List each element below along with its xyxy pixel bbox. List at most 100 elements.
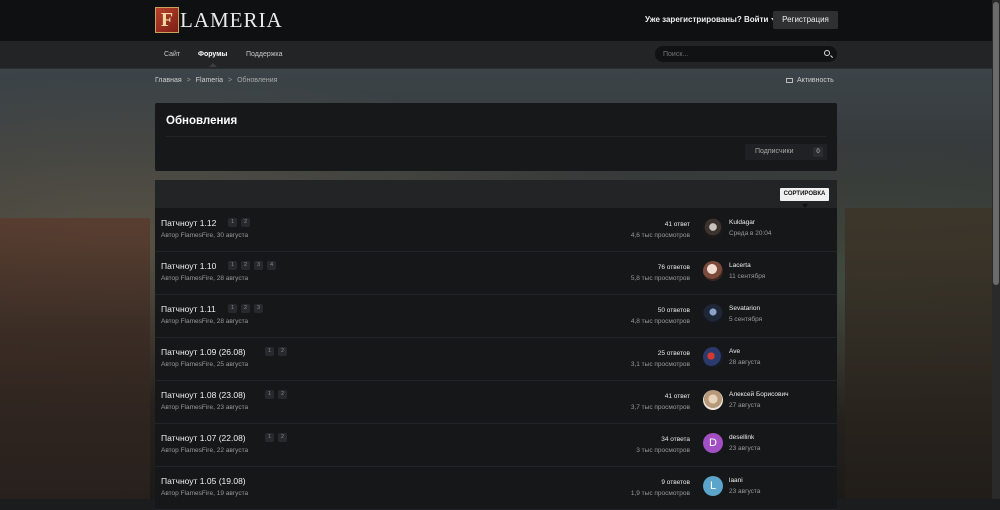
last-poster[interactable]: Ave [729,348,740,355]
topic-row[interactable]: Патчноут 1.08 (23.08) 1 2 Автор FlamesFire,… [155,380,837,424]
topic-author-date: Автор FlamesFire, 28 августа [161,318,249,325]
topic-replies: 34 ответа [661,436,690,443]
topic-title[interactable]: Патчноут 1.10 [161,261,216,271]
nav-item-site[interactable]: Сайт [164,51,180,58]
topic-row[interactable]: Патчноут 1.05 (19.08) Автор FlamesFire, 1… [155,466,837,510]
avatar[interactable]: L [703,476,723,496]
page-link[interactable]: 2 [241,261,250,270]
last-poster[interactable]: laani [729,477,743,484]
search-input[interactable] [663,48,813,60]
page-link[interactable]: 3 [254,261,263,270]
last-post-time: 27 августа [729,402,761,409]
topic-author-date: Автор FlamesFire, 22 августа [161,447,249,454]
last-poster[interactable]: Sevatarion [729,305,760,312]
last-post-time: 5 сентября [729,316,763,323]
followers-count: 0 [813,147,823,157]
page-link[interactable]: 1 [265,390,274,399]
signin-link[interactable]: Уже зарегистрированы? Войти [645,15,778,24]
breadcrumb-separator: > [186,77,191,84]
page-link[interactable]: 1 [265,433,274,442]
topic-author-date: Автор FlamesFire, 28 августа [161,275,249,282]
activity-link[interactable]: Активность [786,77,834,84]
last-poster[interactable]: Kuldagar [729,219,755,226]
page-link[interactable]: 4 [267,261,276,270]
topic-row[interactable]: Патчноут 1.07 (22.08) 1 2 Автор FlamesFire,… [155,423,837,467]
topic-replies: 41 ответ [664,393,690,400]
avatar[interactable] [703,390,723,410]
breadcrumb: Главная > Flameria > Обновления [155,77,277,84]
search-icon[interactable] [824,50,830,56]
topic-row[interactable]: Патчноут 1.11 1 2 3 Автор FlamesFire, 28 авг… [155,294,837,338]
topic-replies: 76 ответов [657,264,690,271]
page-link[interactable]: 1 [265,347,274,356]
avatar[interactable]: D [703,433,723,453]
page-link[interactable]: 1 [228,261,237,270]
avatar[interactable] [703,347,723,367]
avatar[interactable] [703,304,723,324]
avatar[interactable] [703,218,723,238]
register-button[interactable]: Регистрация [773,11,838,29]
page-link[interactable]: 1 [228,304,237,313]
breadcrumb-flameria[interactable]: Flameria [196,77,223,84]
page-link[interactable]: 1 [228,218,237,227]
topic-replies: 50 ответов [657,307,690,314]
last-post-time: Среда в 20:04 [729,230,772,237]
topic-views: 1,9 тыс просмотров [630,490,690,497]
topic-title[interactable]: Патчноут 1.11 [161,304,216,314]
topic-author-date: Автор FlamesFire, 25 августа [161,361,249,368]
background-house-left [0,218,150,499]
last-poster[interactable]: Lacerta [729,262,751,269]
last-poster[interactable]: desellink [729,434,754,441]
activity-label: Активность [797,77,834,84]
last-post-time: 11 сентября [729,273,766,280]
page-header: Обновления Подписчики 0 [155,103,837,171]
page-link[interactable]: 3 [254,304,263,313]
top-bar: F LAMERIA Уже зарегистрированы? Войти Ре… [0,0,992,41]
topic-title[interactable]: Патчноут 1.05 (19.08) [161,476,246,486]
topic-views: 4,6 тыс просмотров [630,232,690,239]
topic-row[interactable]: Патчноут 1.12 1 2 Автор FlamesFire, 30 авгу… [155,208,837,252]
topic-pages: 12 [265,433,287,442]
topic-replies: 9 ответов [661,479,690,486]
page-link[interactable]: 2 [241,304,250,313]
topic-title[interactable]: Патчноут 1.09 (26.08) [161,347,246,357]
last-post-time: 23 августа [729,488,761,495]
page-link[interactable]: 2 [278,433,287,442]
topic-views: 4,8 тыс просмотров [630,318,690,325]
last-post-time: 23 августа [729,445,761,452]
topic-title[interactable]: Патчноут 1.07 (22.08) [161,433,246,443]
topic-row[interactable]: Патчноут 1.09 (26.08) 1 2 Автор FlamesFire,… [155,337,837,381]
page-link[interactable]: 2 [241,218,250,227]
last-post-time: 28 августа [729,359,761,366]
nav-item-support[interactable]: Поддержка [246,51,283,58]
nav-item-forums[interactable]: Форумы [198,51,227,58]
topic-list: СОРТИРОВКА Патчноут 1.12 1 2 Автор FlamesFi… [155,180,837,510]
page-link[interactable]: 2 [278,347,287,356]
topic-title[interactable]: Патчноут 1.08 (23.08) [161,390,246,400]
avatar[interactable] [703,261,723,281]
active-nav-indicator [209,63,217,67]
last-poster[interactable]: Алексей Борисович [729,391,789,398]
topic-views: 5,8 тыс просмотров [630,275,690,282]
topic-replies: 25 ответов [657,350,690,357]
topic-list-header: СОРТИРОВКА [155,180,837,209]
topic-title[interactable]: Патчноут 1.12 [161,218,216,228]
topic-author-date: Автор FlamesFire, 19 августа [161,490,249,497]
page-title: Обновления [166,115,238,127]
topic-pages: 12 [265,347,287,356]
topic-row[interactable]: Патчноут 1.10 1 2 3 4 Автор FlamesFire, 28 ав… [155,251,837,295]
topic-views: 3,1 тыс просмотров [630,361,690,368]
follow-button[interactable]: Подписчики 0 [745,144,827,160]
scrollbar-thumb[interactable] [993,2,999,285]
site-logo[interactable]: F LAMERIA [155,6,283,34]
header-divider [166,136,826,137]
page-link[interactable]: 2 [278,390,287,399]
breadcrumb-separator: > [227,77,233,84]
breadcrumb-current: Обновления [237,77,278,84]
sort-button[interactable]: СОРТИРОВКА [780,188,829,209]
topic-pages: 12 [265,390,287,399]
topic-views: 3 тыс просмотров [636,447,690,454]
breadcrumb-home[interactable]: Главная [155,77,182,84]
page-scrollbar[interactable] [992,0,1000,499]
topic-author-date: Автор FlamesFire, 23 августа [161,404,249,411]
